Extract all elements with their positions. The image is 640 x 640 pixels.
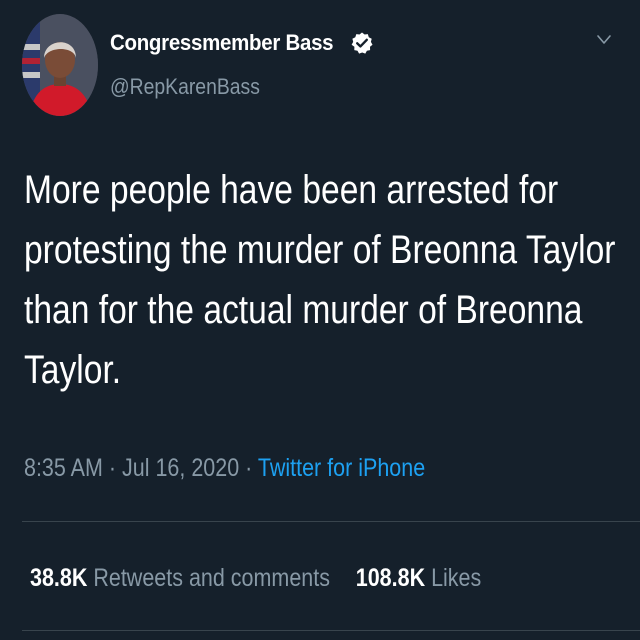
meta-separator: · <box>239 454 258 482</box>
likes-stat[interactable]: 108.8K Likes <box>356 564 482 593</box>
tweet-card: Congressmember Bass @RepKarenBass More p… <box>0 0 640 640</box>
divider <box>22 630 640 631</box>
meta-separator: · <box>102 454 122 482</box>
tweet-text-line: More people have been arrested for <box>24 168 559 212</box>
author-name-row[interactable]: Congressmember Bass <box>110 30 374 56</box>
avatar[interactable] <box>22 14 98 116</box>
tweet-text-line: Taylor. <box>24 348 122 392</box>
tweet-text-line: than for the actual murder of Breonna <box>24 288 583 332</box>
tweet-date[interactable]: Jul 16, 2020 <box>122 454 239 482</box>
likes-count: 108.8K <box>355 564 426 592</box>
retweets-stat[interactable]: 38.8K Retweets and comments <box>30 564 330 593</box>
tweet-meta: 8:35 AM · Jul 16, 2020 · Twitter for iPh… <box>24 454 425 483</box>
display-name[interactable]: Congressmember Bass <box>110 30 334 56</box>
likes-label: Likes <box>425 564 482 592</box>
chevron-down-icon[interactable] <box>594 30 614 50</box>
tweet-source-link[interactable]: Twitter for iPhone <box>258 454 425 482</box>
retweets-count: 38.8K <box>30 564 88 592</box>
tweet-time[interactable]: 8:35 AM <box>24 454 103 482</box>
tweet-text-line: protesting the murder of Breonna Taylor <box>24 228 616 272</box>
author-handle[interactable]: @RepKarenBass <box>110 74 260 100</box>
retweets-label: Retweets and comments <box>87 564 330 592</box>
verified-badge-icon <box>350 31 374 55</box>
divider <box>22 521 640 522</box>
avatar-photo <box>22 14 98 116</box>
tweet-text: More people have been arrested for prote… <box>24 160 616 400</box>
tweet-stats: 38.8K Retweets and comments 108.8K Likes <box>30 564 481 593</box>
